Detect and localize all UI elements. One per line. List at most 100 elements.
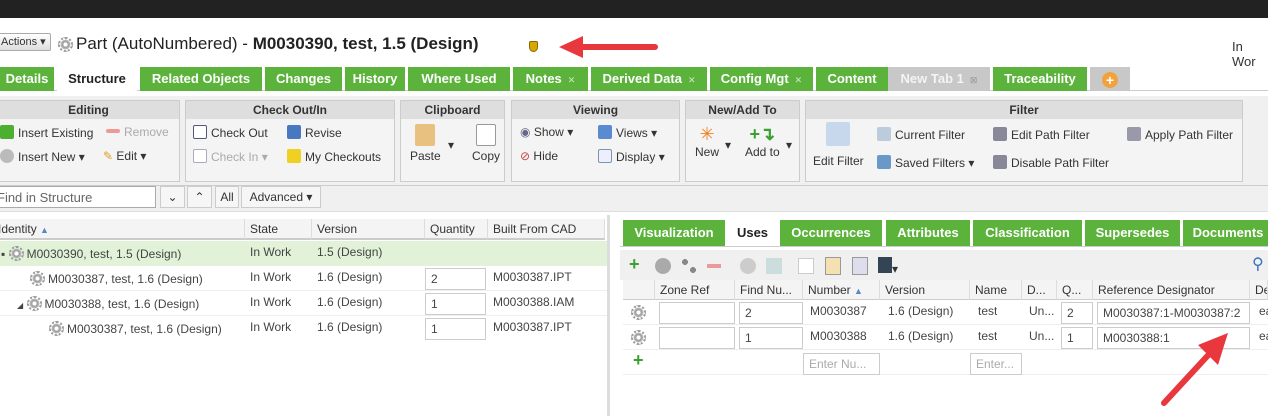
column-q[interactable]: Q... — [1057, 280, 1093, 301]
add-tab-button[interactable]: + — [1090, 67, 1130, 91]
column-version[interactable]: Version — [880, 280, 970, 301]
column-d[interactable]: D... — [1022, 280, 1057, 301]
disable-path-filter-button[interactable]: Disable Path Filter — [993, 155, 1109, 170]
column-find-number[interactable]: Find Nu... — [735, 280, 803, 301]
tab-supersedes[interactable]: Supersedes — [1085, 220, 1180, 246]
close-icon[interactable]: ✕ — [795, 75, 803, 85]
new-dropdown[interactable]: ▾ — [725, 138, 731, 152]
quantity-input[interactable]: 2 — [1061, 302, 1093, 324]
insert-gear-icon[interactable] — [655, 258, 671, 274]
show-button[interactable]: ◉ Show ▾ — [520, 125, 573, 139]
row-gear-icon[interactable] — [631, 305, 646, 320]
insert-multiple-icon[interactable] — [681, 258, 697, 274]
edit-gear-icon[interactable] — [740, 258, 756, 274]
add-icon[interactable]: + — [629, 254, 640, 275]
add-to-dropdown[interactable]: ▾ — [786, 138, 792, 152]
zone-ref-input[interactable] — [659, 302, 735, 324]
paste-button[interactable]: Paste — [410, 124, 441, 163]
column-identity[interactable]: Identity ▲ — [0, 219, 245, 240]
check-out-button[interactable]: Check Out — [193, 125, 268, 140]
paste-dropdown[interactable]: ▾ — [448, 138, 454, 152]
tab-traceability[interactable]: Traceability — [993, 67, 1087, 91]
tab-history[interactable]: History — [345, 67, 405, 91]
tab-visualization[interactable]: Visualization — [623, 220, 725, 246]
splitter[interactable] — [607, 215, 610, 416]
close-icon[interactable]: ⊠ — [970, 75, 978, 85]
close-icon[interactable]: ✕ — [568, 75, 576, 85]
column-quantity[interactable]: Quantity — [425, 219, 488, 240]
quantity-input[interactable]: 2 — [425, 268, 486, 290]
find-in-structure-input[interactable]: Find in Structure — [0, 186, 156, 208]
find-next-button[interactable]: ⌄ — [160, 186, 185, 208]
tab-classification[interactable]: Classification — [973, 220, 1082, 246]
column-de[interactable]: De — [1250, 280, 1268, 301]
remove-button[interactable]: Remove — [106, 125, 169, 139]
column-name[interactable]: Name — [970, 280, 1022, 301]
column-state[interactable]: State — [245, 219, 312, 240]
column-built-from-cad[interactable]: Built From CAD — [488, 219, 605, 240]
copy-button[interactable]: Copy — [472, 124, 500, 163]
paste-special-icon[interactable] — [852, 257, 868, 275]
tab-documents[interactable]: Documents — [1183, 220, 1268, 246]
paste-icon[interactable] — [825, 257, 841, 275]
find-number-input[interactable]: 2 — [739, 302, 803, 324]
current-filter-button[interactable]: Current Filter — [877, 127, 965, 142]
tab-new-tab-1[interactable]: New Tab 1 ⊠ — [888, 67, 990, 91]
tab-attributes[interactable]: Attributes — [886, 220, 970, 246]
edit-path-filter-button[interactable]: Edit Path Filter — [993, 127, 1090, 142]
column-zone-ref[interactable]: Zone Ref — [655, 280, 735, 301]
export-icon[interactable]: ▾ — [878, 257, 902, 276]
tab-where-used[interactable]: Where Used — [408, 67, 510, 91]
find-number-input[interactable]: 1 — [739, 327, 803, 349]
add-row-icon[interactable]: + — [633, 350, 644, 371]
row-gear-icon[interactable] — [631, 330, 646, 345]
check-in-button[interactable]: Check In ▾ — [193, 149, 268, 164]
tab-content[interactable]: Content — [816, 67, 888, 91]
views-button[interactable]: Views ▾ — [598, 125, 657, 140]
find-previous-button[interactable]: ⌃ — [187, 186, 212, 208]
column-version[interactable]: Version — [312, 219, 425, 240]
advanced-button[interactable]: Advanced ▾ — [241, 186, 321, 208]
tab-structure[interactable]: Structure — [57, 67, 137, 91]
new-button[interactable]: ✳ New — [695, 124, 719, 159]
quantity-input[interactable]: 1 — [425, 293, 486, 315]
insert-new-button[interactable]: Insert New ▾ — [0, 149, 85, 164]
tree-node[interactable]: M0030387, test, 1.6 (Design) — [25, 268, 245, 293]
reference-designator-input[interactable]: M0030387:1-M0030387:2 — [1097, 302, 1250, 324]
add-to-button[interactable]: +↴ Add to — [745, 124, 780, 159]
tree-node[interactable]: M0030387, test, 1.6 (Design) — [44, 318, 245, 343]
tab-config-mgt[interactable]: Config Mgt ✕ — [710, 67, 813, 91]
find-all-button[interactable]: All — [215, 186, 239, 208]
edit-table-icon[interactable] — [766, 258, 782, 274]
tab-notes[interactable]: Notes ✕ — [513, 67, 588, 91]
remove-icon[interactable] — [707, 264, 721, 268]
my-checkouts-button[interactable]: My Checkouts — [287, 149, 381, 164]
hide-button[interactable]: ⊘ Hide — [520, 149, 558, 163]
edit-button[interactable]: ✎ Edit ▾ — [103, 149, 146, 163]
search-icon[interactable]: ⚲ — [1252, 254, 1264, 274]
tab-occurrences[interactable]: Occurrences — [780, 220, 882, 246]
quantity-input[interactable]: 1 — [1061, 327, 1093, 349]
number-entry-input[interactable]: Enter Nu... — [803, 353, 880, 375]
quantity-input[interactable]: 1 — [425, 318, 486, 340]
apply-path-filter-button[interactable]: Apply Path Filter — [1127, 127, 1233, 142]
tab-uses[interactable]: Uses — [728, 220, 777, 246]
edit-filter-button[interactable]: Edit Filter — [813, 122, 864, 168]
display-button[interactable]: Display ▾ — [598, 149, 665, 164]
saved-filters-button[interactable]: Saved Filters ▾ — [877, 155, 974, 170]
tree-node[interactable]: ◢ M0030388, test, 1.6 (Design) — [12, 293, 245, 318]
tab-details[interactable]: Details — [0, 67, 54, 91]
actions-menu-button[interactable]: Actions ▾ — [0, 33, 51, 51]
expand-triangle-icon[interactable]: ◢ — [17, 301, 23, 310]
insert-existing-button[interactable]: Insert Existing — [0, 125, 93, 140]
close-icon[interactable]: ✕ — [688, 75, 696, 85]
tree-node[interactable]: ▪ M0030390, test, 1.5 (Design) — [0, 243, 245, 268]
tab-related-objects[interactable]: Related Objects — [140, 67, 262, 91]
zone-ref-input[interactable] — [659, 327, 735, 349]
tab-changes[interactable]: Changes — [265, 67, 342, 91]
column-reference-designator[interactable]: Reference Designator — [1093, 280, 1250, 301]
copy-icon[interactable] — [798, 258, 814, 274]
column-number[interactable]: Number ▲ — [803, 280, 880, 301]
tab-derived-data[interactable]: Derived Data ✕ — [591, 67, 707, 91]
revise-button[interactable]: Revise — [287, 125, 342, 140]
